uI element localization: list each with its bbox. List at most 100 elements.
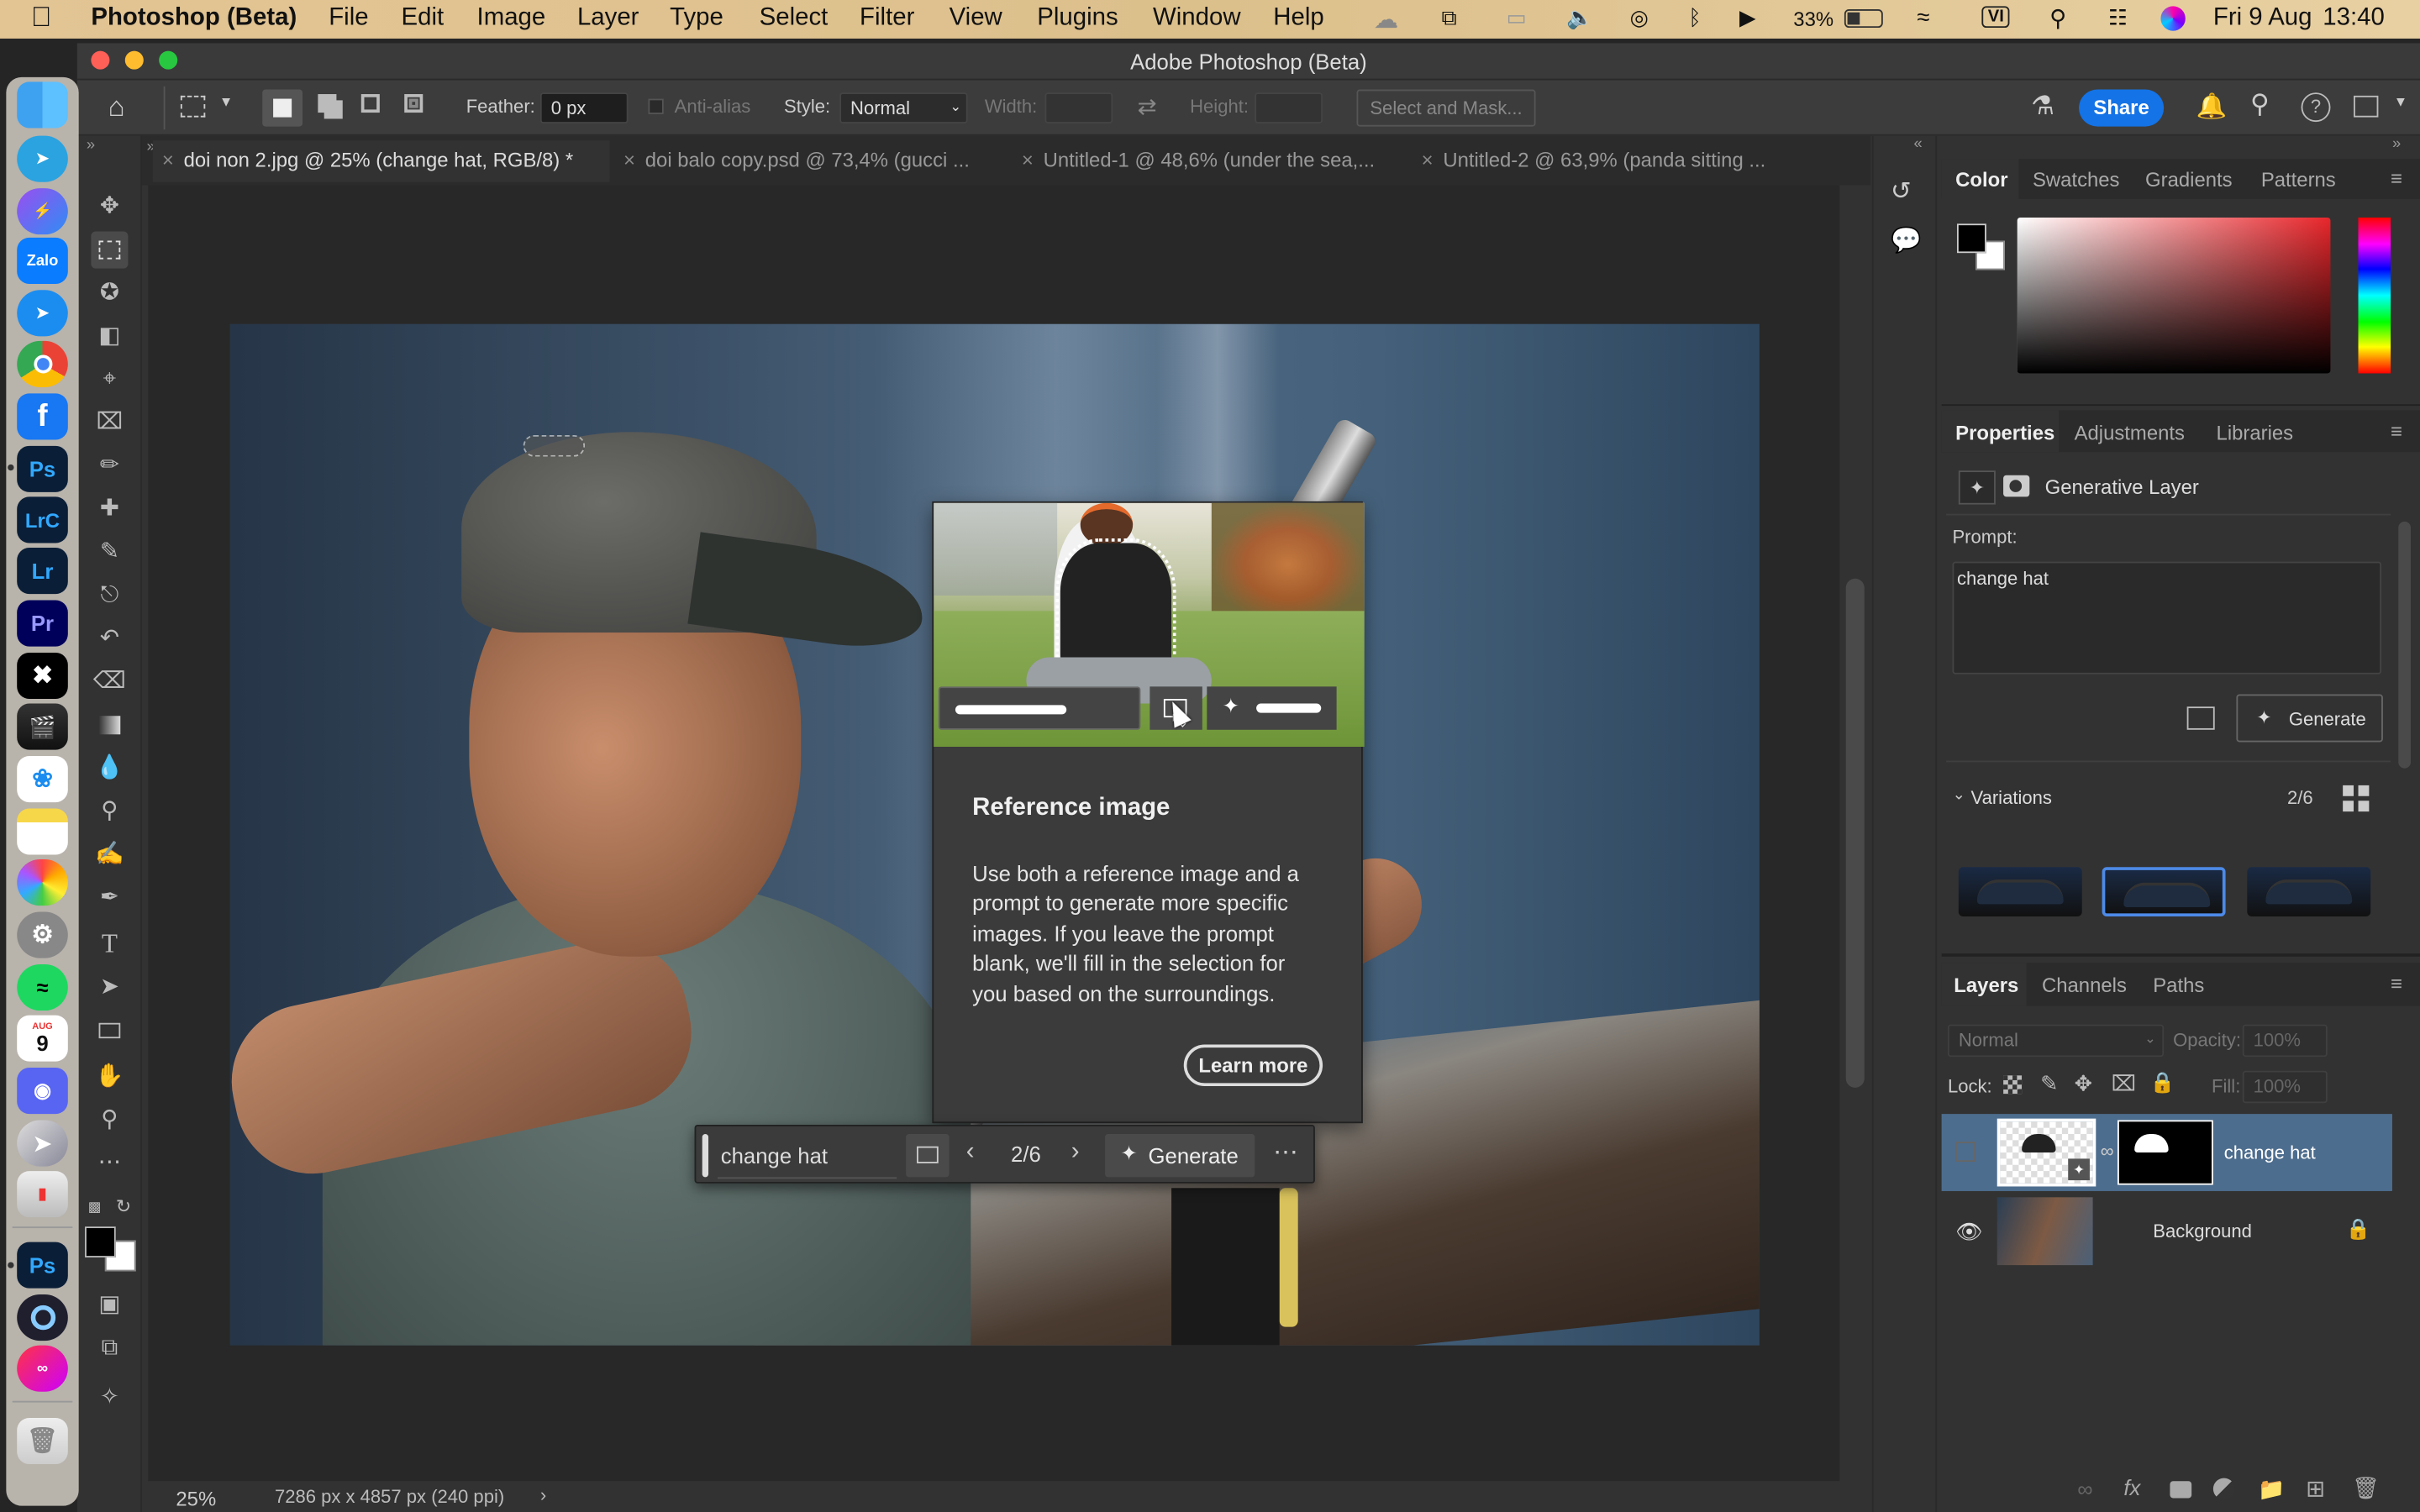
freeform-icon[interactable]: ❀ — [17, 756, 68, 803]
new-layer-icon[interactable]: ⊞ — [2306, 1475, 2325, 1503]
hue-slider[interactable] — [2358, 217, 2391, 374]
app-menu[interactable]: Photoshop (Beta) — [91, 5, 297, 33]
brush-tool-icon[interactable]: ✎ — [91, 534, 128, 571]
help-icon[interactable]: ? — [2301, 92, 2331, 123]
panel-menu-icon[interactable]: ≡ — [2391, 972, 2402, 995]
prompt-input[interactable]: change hat — [718, 1132, 897, 1179]
more-options-icon[interactable]: ⋯ — [1273, 1137, 1297, 1168]
tab-adjustments[interactable]: Adjustments — [2075, 421, 2185, 444]
chevron-right-icon[interactable]: › — [540, 1484, 546, 1506]
discord-icon[interactable]: ◉ — [17, 1068, 68, 1115]
share-button[interactable]: Share — [2079, 89, 2165, 127]
properties-generate-button[interactable]: ✦ Generate — [2236, 694, 2383, 743]
feather-input[interactable]: 0 px — [539, 92, 629, 123]
screen-mode-icon[interactable]: ⧉ — [91, 1330, 128, 1367]
previous-variation-button[interactable]: ‹ — [966, 1139, 975, 1167]
menu-view[interactable]: View — [950, 5, 1002, 33]
messenger-icon[interactable]: ⚡ — [17, 188, 68, 235]
lightroom-classic-icon[interactable]: LrC — [17, 496, 68, 543]
generative-icon[interactable]: ✧ — [91, 1379, 128, 1416]
vertical-scrollbar[interactable] — [1845, 578, 1865, 1088]
eyedropper-tool-icon[interactable]: ✏ — [91, 448, 128, 485]
panel-menu-icon[interactable]: ≡ — [2391, 420, 2402, 444]
capcut-icon[interactable]: ✖ — [17, 652, 68, 700]
visibility-toggle-off[interactable] — [1955, 1142, 1976, 1163]
iphone-mirroring-icon[interactable]: ▮ — [17, 1171, 68, 1218]
menu-layer[interactable]: Layer — [577, 5, 639, 33]
panel-menu-icon[interactable]: ≡ — [2391, 166, 2402, 190]
healing-tool-icon[interactable]: ✚ — [91, 491, 128, 528]
more-tools-icon[interactable]: ⋯ — [91, 1145, 128, 1182]
lock-pixels-icon[interactable]: ✎ — [2040, 1071, 2059, 1097]
quicktime-icon[interactable] — [17, 1294, 68, 1341]
tab-untitled-2[interactable]: × Untitled-2 @ 63,9% (panda sitting ... — [1413, 140, 1811, 182]
eraser-tool-icon[interactable]: ⌫ — [91, 664, 128, 701]
foreground-color-swatch[interactable] — [85, 1226, 116, 1257]
photoshop-icon[interactable]: Ps — [17, 445, 68, 492]
hand-tool-icon[interactable]: ✋ — [91, 1058, 128, 1095]
zoom-level[interactable]: 25% — [176, 1488, 216, 1511]
anti-alias-checkbox[interactable] — [648, 98, 664, 114]
quick-mask-icon[interactable]: ▣ — [91, 1287, 128, 1324]
tab-doi-non-2[interactable]: × doi non 2.jpg @ 25% (change hat, RGB/8)… — [152, 140, 610, 182]
lock-all-icon[interactable]: 🔒 — [2150, 1071, 2175, 1095]
photoshop-beta-icon[interactable]: Ps — [17, 1242, 68, 1289]
tab-patterns[interactable]: Patterns — [2261, 168, 2336, 192]
menu-select[interactable]: Select — [760, 5, 829, 33]
airdrop-icon[interactable]: ◎ — [1630, 5, 1649, 31]
generative-layer-icon[interactable]: ✦ — [1958, 470, 1996, 505]
add-mask-icon[interactable] — [2170, 1481, 2192, 1499]
path-selection-tool-icon[interactable]: ➤ — [91, 969, 128, 1005]
reference-image-icon[interactable] — [2186, 706, 2215, 730]
bluetooth-icon[interactable]: ᛒ — [1688, 5, 1701, 29]
opacity-input[interactable]: 100% — [2242, 1024, 2328, 1058]
mask-icon[interactable] — [2003, 475, 2030, 497]
premiere-icon[interactable]: Pr — [17, 600, 68, 647]
tab-paths[interactable]: Paths — [2153, 974, 2204, 997]
tab-swatches[interactable]: Swatches — [2033, 168, 2120, 192]
history-icon[interactable]: ↺ — [1891, 176, 1912, 207]
zalo-icon[interactable]: Zalo — [17, 237, 68, 284]
stage-icon[interactable]: ▭ — [1507, 5, 1527, 31]
wifi-icon[interactable]: ≈ — [1917, 5, 1929, 31]
move-tool-icon[interactable]: ✥ — [91, 188, 128, 225]
lightroom-icon[interactable]: Lr — [17, 548, 68, 595]
comment-icon[interactable]: 💬 — [1891, 225, 1922, 256]
tab-layers[interactable]: Layers — [1954, 974, 2018, 997]
trash-icon[interactable]: 🗑 — [17, 1417, 68, 1465]
stamp-tool-icon[interactable]: ⎋ — [91, 577, 128, 614]
tab-properties[interactable]: Properties — [1955, 421, 2054, 444]
layer-row-background[interactable]: 👁 Background 🔒 — [1942, 1194, 2392, 1268]
cloud-icon[interactable]: ☁ — [1374, 5, 1398, 36]
type-tool-icon[interactable]: T — [91, 926, 128, 963]
close-icon[interactable]: × — [623, 148, 635, 171]
collapse-icon[interactable]: « — [1914, 136, 1923, 153]
variation-thumbnail-3[interactable] — [2247, 867, 2371, 917]
properties-scrollbar[interactable] — [2398, 521, 2411, 769]
chevron-down-icon[interactable]: ▼ — [2394, 94, 2407, 109]
chevron-down-icon[interactable]: ⌄ — [1952, 787, 1965, 804]
marquee-tool-icon[interactable] — [91, 231, 129, 269]
lock-artboard-icon[interactable]: ⌧ — [2112, 1071, 2137, 1097]
home-icon[interactable]: ⌂ — [108, 91, 125, 123]
telegram-icon[interactable]: ➤ — [17, 135, 68, 182]
system-settings-icon[interactable]: ⚙ — [17, 911, 68, 958]
menu-filter[interactable]: Filter — [860, 5, 914, 33]
menu-type[interactable]: Type — [670, 5, 723, 33]
lock-transparency-icon[interactable] — [2003, 1075, 2023, 1095]
color-picker-field[interactable] — [2017, 217, 2331, 374]
intersect-selection-icon[interactable] — [404, 94, 424, 113]
link-layers-icon[interactable]: ∞ — [2077, 1477, 2092, 1501]
new-selection-button[interactable] — [262, 89, 303, 127]
menubar-time[interactable]: 13:40 — [2323, 5, 2385, 33]
blur-tool-icon[interactable]: 💧 — [91, 750, 128, 787]
fill-input[interactable]: 100% — [2242, 1070, 2328, 1104]
pen-tool-icon[interactable]: ✍ — [91, 837, 128, 874]
collapse-icon[interactable]: » — [87, 137, 95, 154]
tab-untitled-1[interactable]: × Untitled-1 @ 48,6% (under the sea,... — [1013, 140, 1407, 182]
spotify-icon[interactable]: ≈ — [17, 963, 68, 1011]
variation-thumbnail-1[interactable] — [1958, 867, 2082, 917]
apple-icon[interactable]:  — [31, 2, 52, 34]
reference-image-button[interactable] — [906, 1134, 950, 1178]
fx-icon[interactable]: fx — [2123, 1475, 2140, 1499]
